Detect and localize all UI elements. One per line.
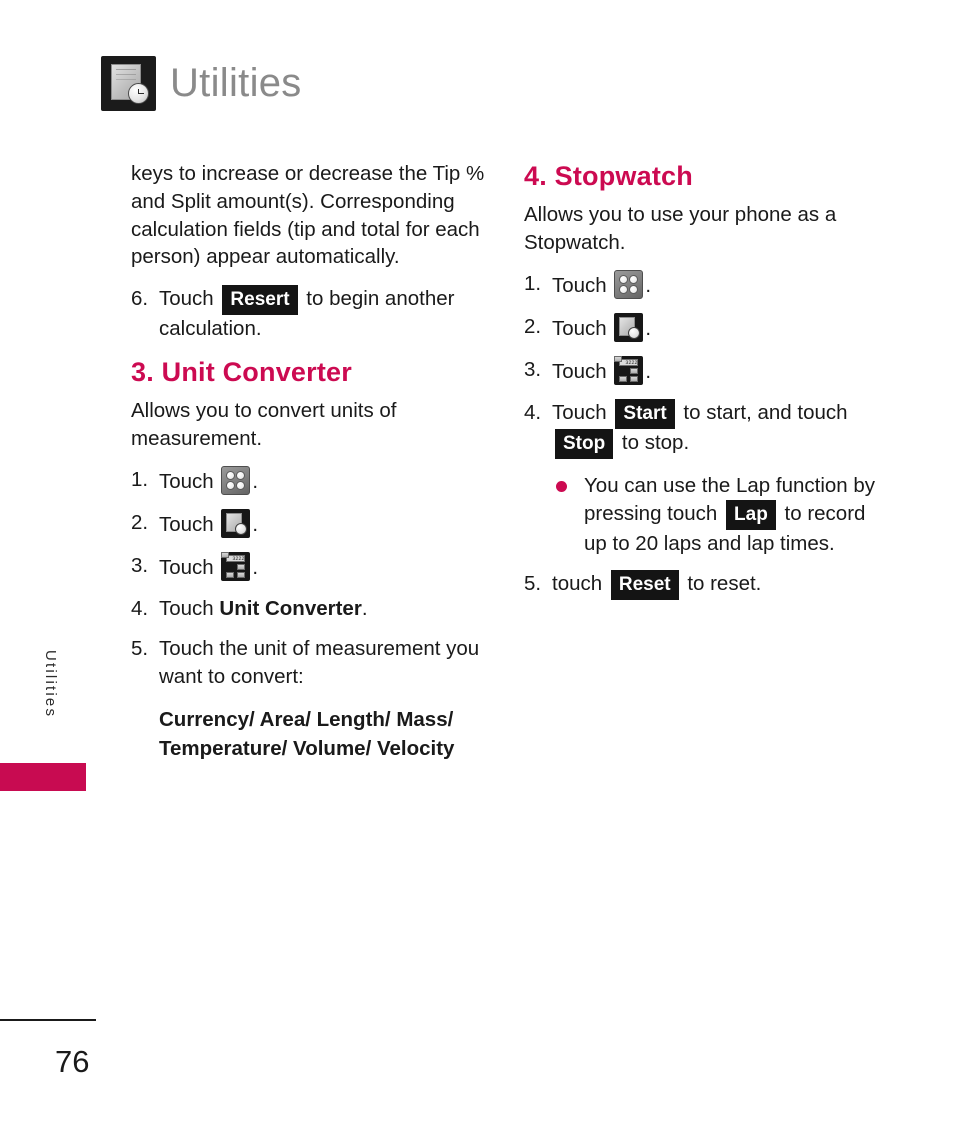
continued-paragraph: keys to increase or decrease the Tip % a… xyxy=(131,162,485,269)
step-text-before: Touch xyxy=(159,555,214,579)
step-text-after: . xyxy=(645,317,652,341)
right-column: 4. Stopwatch Allows you to use your phon… xyxy=(524,160,886,613)
step-number: 5. xyxy=(131,637,149,661)
step-number: 1. xyxy=(524,272,542,296)
calculator-icon[interactable]: 3222 xyxy=(221,551,251,581)
sw-step-2: 2. Touch . xyxy=(524,313,886,343)
page-number: 76 xyxy=(55,1044,90,1079)
sw-step-4: 4. Touch Start to start, and touch Stop t… xyxy=(524,398,886,459)
step-text-after: . xyxy=(361,596,368,620)
reset-button[interactable]: Reset xyxy=(610,570,679,601)
step-text-mid: to start, and touch xyxy=(683,400,848,424)
step-text-before: Touch xyxy=(159,596,214,620)
step-text-before: touch xyxy=(552,572,603,596)
step-text-before: Touch the unit of measurement you want t… xyxy=(159,637,480,689)
grid-menu-icon[interactable] xyxy=(614,270,644,300)
step-text-before: Touch xyxy=(552,317,607,341)
step-text-after: to reset. xyxy=(687,572,762,596)
utilities-clock-icon[interactable] xyxy=(221,509,251,539)
step-number: 2. xyxy=(131,511,149,535)
step-text-after: . xyxy=(645,360,652,383)
uc-step-4: 4. Touch Unit Converter. xyxy=(131,595,493,623)
step-text-after: . xyxy=(252,513,259,537)
bullet-dot-icon xyxy=(556,480,567,492)
section-heading-stopwatch: 4. Stopwatch xyxy=(524,161,693,191)
left-column: keys to increase or decrease the Tip % a… xyxy=(131,160,493,763)
unit-converter-menu-item[interactable]: Unit Converter xyxy=(219,597,361,620)
side-chapter-label: Utilities xyxy=(42,650,59,719)
side-chapter-tab xyxy=(0,763,86,791)
step-number: 6. xyxy=(131,287,149,311)
start-button[interactable]: Start xyxy=(615,398,675,429)
step-text-after: . xyxy=(645,274,652,298)
stopwatch-intro: Allows you to use your phone as a Stopwa… xyxy=(524,202,837,254)
stop-button[interactable]: Stop xyxy=(555,428,614,459)
step-text-after: . xyxy=(252,470,259,494)
sw-step-3: 3. Touch 3222. xyxy=(524,356,886,386)
step-text-before: Touch xyxy=(552,360,607,383)
uc-step-2: 2. Touch . xyxy=(131,509,493,539)
uc-step-3: 3. Touch 3222. xyxy=(131,551,493,582)
step-number: 4. xyxy=(131,596,149,620)
grid-menu-icon[interactable] xyxy=(221,466,251,496)
step-text-before: Touch xyxy=(552,400,607,424)
clock-badge xyxy=(128,83,149,104)
lap-button[interactable]: Lap xyxy=(726,499,776,530)
step-text-after: . xyxy=(252,555,259,579)
section-heading-unit-converter: 3. Unit Converter xyxy=(131,356,352,387)
unit-measurement-list: Currency/ Area/ Length/ Mass/ Temperatur… xyxy=(159,707,455,760)
step-text-before: Touch xyxy=(552,274,607,298)
sw-step-1: 1. Touch . xyxy=(524,270,886,300)
footer-divider xyxy=(0,1019,96,1021)
step-number: 5. xyxy=(524,572,542,596)
step-text-after: to stop. xyxy=(621,430,690,454)
sw-step-5: 5. touch Reset to reset. xyxy=(524,570,886,601)
step-number: 1. xyxy=(131,468,149,492)
utilities-clock-icon[interactable] xyxy=(614,313,644,343)
lap-note-bullet: You can use the Lap function by pressing… xyxy=(554,472,886,558)
uc-step-1: 1. Touch . xyxy=(131,466,493,496)
step-number: 4. xyxy=(524,400,542,424)
calculator-icon[interactable]: 3222 xyxy=(614,356,644,385)
uc-step-5: 5. Touch the unit of measurement you want… xyxy=(131,635,493,691)
step-number: 3. xyxy=(524,358,542,381)
page-header: Utilities xyxy=(101,56,302,111)
utilities-clock-icon xyxy=(101,56,156,111)
step-text-before: Touch xyxy=(159,470,214,494)
step-number: 2. xyxy=(524,315,542,339)
step-6: 6. Touch Resert to begin another calculat… xyxy=(131,285,493,343)
step-text-before: Touch xyxy=(159,513,214,537)
resert-button[interactable]: Resert xyxy=(222,285,298,316)
unit-converter-intro: Allows you to convert units of measureme… xyxy=(131,398,397,450)
step-number: 3. xyxy=(131,553,149,577)
page-title: Utilities xyxy=(170,61,302,105)
step-text-before: Touch xyxy=(159,287,214,311)
